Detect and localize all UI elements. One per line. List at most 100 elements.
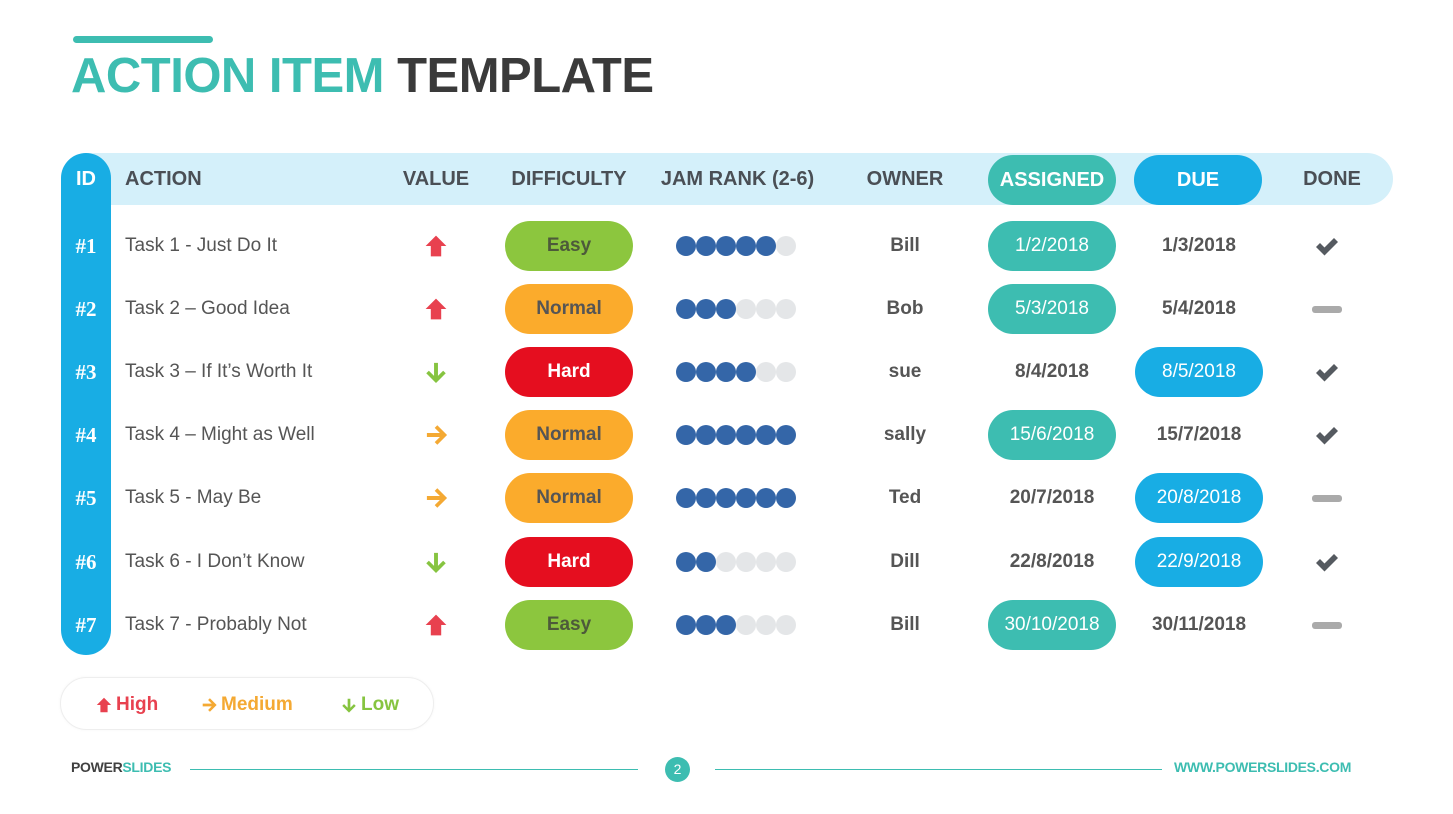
value-indicator [416,284,456,334]
value-indicator [416,473,456,523]
difficulty-badge: Normal [505,410,633,460]
action-text: Task 2 – Good Idea [125,298,290,319]
difficulty-badge: Easy [505,221,633,271]
owner-name: Bob [886,298,924,319]
column-header-difficulty: DIFFICULTY [511,168,627,190]
footer-brand-logo: POWERSLIDES [71,759,171,775]
jam-dot-filled [756,425,776,445]
assigned-date: 20/7/2018 [1009,487,1095,508]
jam-dot-filled [696,362,716,382]
owner-name: Bill [890,614,920,635]
table-row: #7 Task 7 - Probably Not Easy Bill 30/10… [0,600,1453,663]
dash-icon[interactable] [1312,305,1342,313]
footer-url-link[interactable]: WWW.POWERSLIDES.COM [1174,759,1351,775]
value-indicator [416,410,456,460]
brand-part-2: SLIDES [122,759,172,775]
table-row: #4 Task 4 – Might as Well Normal sally 1… [0,410,1453,473]
jam-dot-filled [696,615,716,635]
owner-name: Dill [890,551,920,572]
arrow-up-icon [95,696,113,714]
jam-rank-dots [676,347,800,397]
title-part-1: ACTION ITEM [71,49,384,103]
action-text: Task 4 – Might as Well [125,424,315,445]
arrow-up-icon [423,612,449,638]
jam-rank-dots [676,473,800,523]
owner-name: Ted [888,487,922,508]
table-row: #3 Task 3 – If It’s Worth It Hard sue 8/… [0,347,1453,410]
checkmark-icon[interactable] [1314,235,1340,257]
column-header-id: ID [76,168,96,190]
jam-dot-empty [776,362,796,382]
jam-dot-empty [756,552,776,572]
assigned-date: 30/10/2018 [988,600,1116,650]
checkmark-icon[interactable] [1314,551,1340,573]
done-status[interactable] [1305,284,1349,334]
due-date: 30/11/2018 [1151,614,1247,635]
assigned-date: 22/8/2018 [1009,551,1095,572]
jam-dot-empty [756,615,776,635]
due-date: 1/3/2018 [1162,235,1236,256]
table-row: #5 Task 5 - May Be Normal Ted 20/7/2018 … [0,473,1453,536]
done-status[interactable] [1305,537,1349,587]
legend-item-low: Low [340,678,399,731]
jam-dot-filled [776,425,796,445]
jam-dot-filled [676,615,696,635]
jam-rank-dots [676,284,800,334]
jam-dot-filled [736,488,756,508]
jam-dot-filled [716,488,736,508]
jam-dot-filled [676,488,696,508]
legend-label-medium: Medium [221,694,293,715]
jam-dot-filled [696,425,716,445]
owner-name: sue [888,361,922,382]
jam-dot-filled [716,236,736,256]
jam-dot-empty [736,552,756,572]
legend-item-high: High [95,678,158,731]
arrow-down-icon [423,359,449,385]
jam-dot-empty [716,552,736,572]
row-id: #2 [75,297,97,321]
value-indicator [416,347,456,397]
jam-rank-dots [676,537,800,587]
table-row: #2 Task 2 – Good Idea Normal Bob 5/3/201… [0,284,1453,347]
column-header-owner: OWNER [866,168,944,190]
due-date: 15/7/2018 [1156,424,1242,445]
jam-dot-empty [736,299,756,319]
jam-dot-filled [676,362,696,382]
arrow-up-icon [423,296,449,322]
value-legend: High Medium Low [60,677,434,730]
action-text: Task 3 – If It’s Worth It [125,361,313,382]
done-status[interactable] [1305,221,1349,271]
footer-divider-right [715,769,1162,770]
jam-rank-dots [676,410,800,460]
done-status[interactable] [1305,347,1349,397]
owner-name: Bill [890,235,920,256]
done-status[interactable] [1305,410,1349,460]
table-row: #6 Task 6 - I Don’t Know Hard Dill 22/8/… [0,537,1453,600]
value-indicator [416,600,456,650]
legend-label-low: Low [361,694,399,715]
due-date: 22/9/2018 [1135,537,1263,587]
value-indicator [416,221,456,271]
title-part-2: TEMPLATE [397,49,654,103]
jam-dot-empty [736,615,756,635]
dash-icon[interactable] [1312,621,1342,629]
done-status[interactable] [1305,600,1349,650]
jam-dot-empty [776,615,796,635]
arrow-down-icon [423,549,449,575]
assigned-date: 15/6/2018 [988,410,1116,460]
dash-icon[interactable] [1312,494,1342,502]
checkmark-icon[interactable] [1314,424,1340,446]
action-text: Task 1 - Just Do It [125,235,278,256]
due-date: 8/5/2018 [1135,347,1263,397]
column-header-due: DUE [1134,155,1262,205]
jam-dot-filled [676,425,696,445]
jam-dot-empty [776,299,796,319]
footer-divider-left [190,769,638,770]
value-indicator [416,537,456,587]
checkmark-icon[interactable] [1314,361,1340,383]
difficulty-badge: Hard [505,347,633,397]
arrow-down-icon [340,696,358,714]
column-header-action: ACTION [125,168,202,190]
done-status[interactable] [1305,473,1349,523]
arrow-up-icon [423,233,449,259]
